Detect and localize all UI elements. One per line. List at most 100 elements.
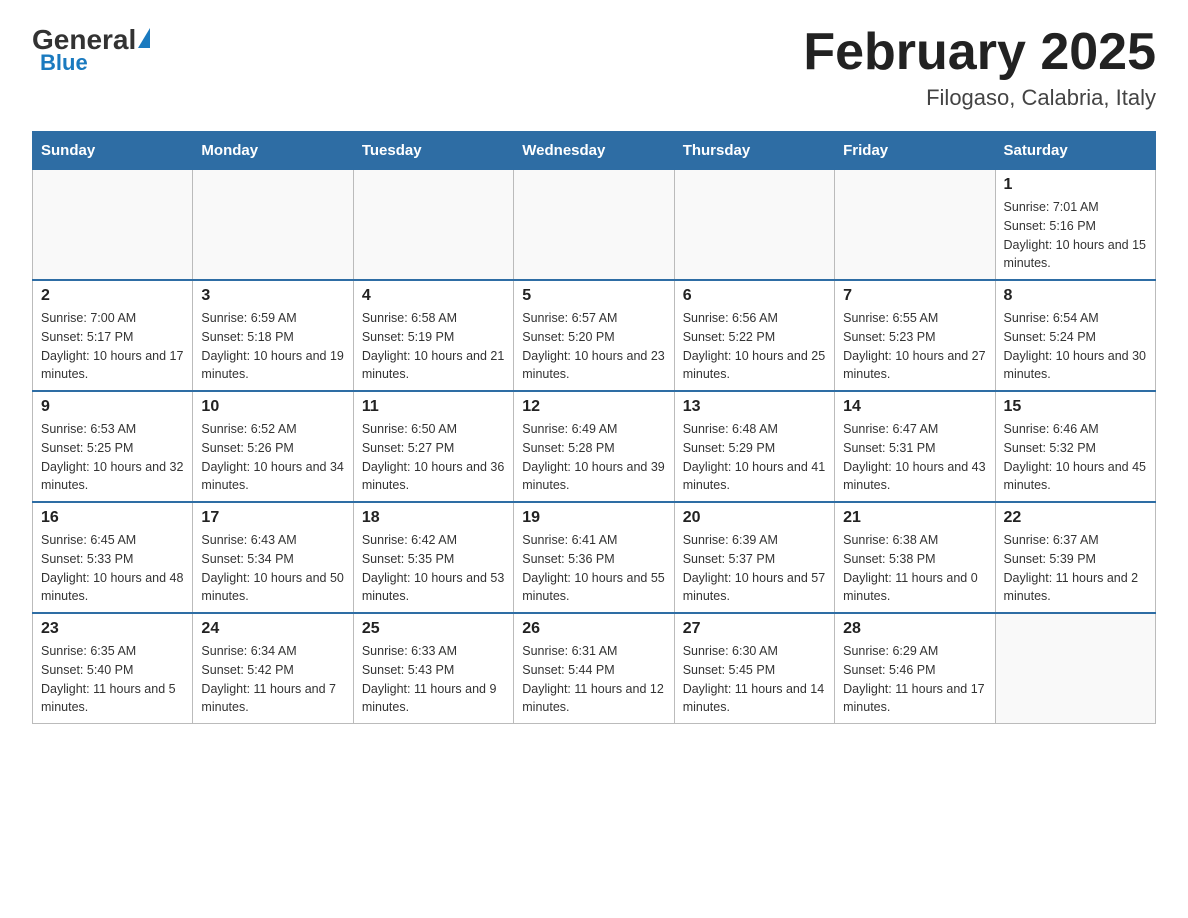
- calendar-day-cell: 1 Sunrise: 7:01 AMSunset: 5:16 PMDaylight…: [995, 170, 1155, 281]
- calendar-table: SundayMondayTuesdayWednesdayThursdayFrid…: [32, 131, 1156, 724]
- day-number: 1: [1004, 176, 1147, 194]
- day-number: 3: [201, 287, 344, 305]
- calendar-day-cell: 20 Sunrise: 6:39 AMSunset: 5:37 PMDayligh…: [674, 502, 834, 613]
- calendar-day-cell: 13Sunrise: 6:48 AMSunset: 5:29 PMDayligh…: [674, 391, 834, 502]
- calendar-week-row: 1 Sunrise: 7:01 AMSunset: 5:16 PMDaylight…: [33, 170, 1156, 281]
- calendar-day-cell: 11 Sunrise: 6:50 AMSunset: 5:27 PMDayligh…: [353, 391, 513, 502]
- day-info: Sunrise: 6:29 AMSunset: 5:46 PMDaylight:…: [843, 642, 986, 717]
- calendar-day-cell: 12 Sunrise: 6:49 AMSunset: 5:28 PMDayligh…: [514, 391, 674, 502]
- calendar-day-cell: 9Sunrise: 6:53 AMSunset: 5:25 PMDaylight…: [33, 391, 193, 502]
- day-info: Sunrise: 6:50 AMSunset: 5:27 PMDaylight:…: [362, 420, 505, 495]
- logo-blue: Blue: [40, 50, 88, 76]
- calendar-day-cell: 18Sunrise: 6:42 AMSunset: 5:35 PMDayligh…: [353, 502, 513, 613]
- day-number: 13: [683, 398, 826, 416]
- calendar-day-cell: [33, 170, 193, 281]
- calendar-day-cell: 21 Sunrise: 6:38 AMSunset: 5:38 PMDayligh…: [835, 502, 995, 613]
- calendar-week-row: 9Sunrise: 6:53 AMSunset: 5:25 PMDaylight…: [33, 391, 1156, 502]
- calendar-day-cell: 24Sunrise: 6:34 AMSunset: 5:42 PMDayligh…: [193, 613, 353, 724]
- day-number: 22: [1004, 509, 1147, 527]
- title-block: February 2025 Filogaso, Calabria, Italy: [803, 24, 1156, 111]
- day-number: 2: [41, 287, 184, 305]
- calendar-day-cell: 15Sunrise: 6:46 AMSunset: 5:32 PMDayligh…: [995, 391, 1155, 502]
- day-of-week-header: Tuesday: [353, 132, 513, 170]
- day-info: Sunrise: 6:35 AMSunset: 5:40 PMDaylight:…: [41, 642, 184, 717]
- calendar-day-cell: [193, 170, 353, 281]
- day-info: Sunrise: 7:00 AMSunset: 5:17 PMDaylight:…: [41, 309, 184, 384]
- day-of-week-header: Friday: [835, 132, 995, 170]
- day-number: 25: [362, 620, 505, 638]
- calendar-day-cell: [835, 170, 995, 281]
- calendar-week-row: 2 Sunrise: 7:00 AMSunset: 5:17 PMDaylight…: [33, 280, 1156, 391]
- day-info: Sunrise: 6:38 AMSunset: 5:38 PMDaylight:…: [843, 531, 986, 606]
- day-info: Sunrise: 6:45 AMSunset: 5:33 PMDaylight:…: [41, 531, 184, 606]
- day-info: Sunrise: 6:43 AMSunset: 5:34 PMDaylight:…: [201, 531, 344, 606]
- day-info: Sunrise: 6:39 AMSunset: 5:37 PMDaylight:…: [683, 531, 826, 606]
- day-of-week-header: Saturday: [995, 132, 1155, 170]
- day-number: 16: [41, 509, 184, 527]
- calendar-day-cell: [995, 613, 1155, 724]
- calendar-day-cell: 14 Sunrise: 6:47 AMSunset: 5:31 PMDayligh…: [835, 391, 995, 502]
- day-number: 21: [843, 509, 986, 527]
- day-of-week-header: Sunday: [33, 132, 193, 170]
- calendar-day-cell: 4 Sunrise: 6:58 AMSunset: 5:19 PMDaylight…: [353, 280, 513, 391]
- calendar-day-cell: 25Sunrise: 6:33 AMSunset: 5:43 PMDayligh…: [353, 613, 513, 724]
- calendar-day-cell: 7 Sunrise: 6:55 AMSunset: 5:23 PMDaylight…: [835, 280, 995, 391]
- day-info: Sunrise: 6:52 AMSunset: 5:26 PMDaylight:…: [201, 420, 344, 495]
- location-title: Filogaso, Calabria, Italy: [803, 85, 1156, 111]
- calendar-day-cell: 5 Sunrise: 6:57 AMSunset: 5:20 PMDaylight…: [514, 280, 674, 391]
- calendar-day-cell: 2 Sunrise: 7:00 AMSunset: 5:17 PMDaylight…: [33, 280, 193, 391]
- day-info: Sunrise: 6:30 AMSunset: 5:45 PMDaylight:…: [683, 642, 826, 717]
- day-number: 14: [843, 398, 986, 416]
- calendar-day-cell: 28 Sunrise: 6:29 AMSunset: 5:46 PMDayligh…: [835, 613, 995, 724]
- day-number: 10: [201, 398, 344, 416]
- day-info: Sunrise: 6:56 AMSunset: 5:22 PMDaylight:…: [683, 309, 826, 384]
- logo: General Blue: [32, 24, 150, 76]
- day-info: Sunrise: 6:31 AMSunset: 5:44 PMDaylight:…: [522, 642, 665, 717]
- day-number: 12: [522, 398, 665, 416]
- month-title: February 2025: [803, 24, 1156, 81]
- day-info: Sunrise: 7:01 AMSunset: 5:16 PMDaylight:…: [1004, 198, 1147, 273]
- day-info: Sunrise: 6:46 AMSunset: 5:32 PMDaylight:…: [1004, 420, 1147, 495]
- page-header: General Blue February 2025 Filogaso, Cal…: [32, 24, 1156, 111]
- logo-triangle-icon: [138, 28, 150, 48]
- calendar-day-cell: 10 Sunrise: 6:52 AMSunset: 5:26 PMDayligh…: [193, 391, 353, 502]
- calendar-day-cell: [514, 170, 674, 281]
- day-number: 28: [843, 620, 986, 638]
- day-number: 20: [683, 509, 826, 527]
- day-info: Sunrise: 6:47 AMSunset: 5:31 PMDaylight:…: [843, 420, 986, 495]
- calendar-day-cell: 23 Sunrise: 6:35 AMSunset: 5:40 PMDayligh…: [33, 613, 193, 724]
- day-info: Sunrise: 6:41 AMSunset: 5:36 PMDaylight:…: [522, 531, 665, 606]
- calendar-day-cell: 26 Sunrise: 6:31 AMSunset: 5:44 PMDayligh…: [514, 613, 674, 724]
- day-number: 23: [41, 620, 184, 638]
- day-of-week-header: Monday: [193, 132, 353, 170]
- calendar-week-row: 16 Sunrise: 6:45 AMSunset: 5:33 PMDayligh…: [33, 502, 1156, 613]
- calendar-day-cell: 22 Sunrise: 6:37 AMSunset: 5:39 PMDayligh…: [995, 502, 1155, 613]
- calendar-day-cell: 16 Sunrise: 6:45 AMSunset: 5:33 PMDayligh…: [33, 502, 193, 613]
- calendar-day-cell: [674, 170, 834, 281]
- day-number: 26: [522, 620, 665, 638]
- calendar-day-cell: [353, 170, 513, 281]
- day-of-week-header: Thursday: [674, 132, 834, 170]
- day-number: 17: [201, 509, 344, 527]
- day-number: 11: [362, 398, 505, 416]
- day-number: 4: [362, 287, 505, 305]
- calendar-day-cell: 8 Sunrise: 6:54 AMSunset: 5:24 PMDaylight…: [995, 280, 1155, 391]
- day-number: 8: [1004, 287, 1147, 305]
- day-info: Sunrise: 6:53 AMSunset: 5:25 PMDaylight:…: [41, 420, 184, 495]
- calendar-header-row: SundayMondayTuesdayWednesdayThursdayFrid…: [33, 132, 1156, 170]
- day-number: 24: [201, 620, 344, 638]
- day-info: Sunrise: 6:37 AMSunset: 5:39 PMDaylight:…: [1004, 531, 1147, 606]
- calendar-week-row: 23 Sunrise: 6:35 AMSunset: 5:40 PMDayligh…: [33, 613, 1156, 724]
- day-number: 6: [683, 287, 826, 305]
- day-info: Sunrise: 6:49 AMSunset: 5:28 PMDaylight:…: [522, 420, 665, 495]
- day-info: Sunrise: 6:57 AMSunset: 5:20 PMDaylight:…: [522, 309, 665, 384]
- calendar-day-cell: 27Sunrise: 6:30 AMSunset: 5:45 PMDayligh…: [674, 613, 834, 724]
- calendar-day-cell: 3Sunrise: 6:59 AMSunset: 5:18 PMDaylight…: [193, 280, 353, 391]
- calendar-day-cell: 19Sunrise: 6:41 AMSunset: 5:36 PMDayligh…: [514, 502, 674, 613]
- day-info: Sunrise: 6:54 AMSunset: 5:24 PMDaylight:…: [1004, 309, 1147, 384]
- day-info: Sunrise: 6:55 AMSunset: 5:23 PMDaylight:…: [843, 309, 986, 384]
- day-info: Sunrise: 6:42 AMSunset: 5:35 PMDaylight:…: [362, 531, 505, 606]
- day-info: Sunrise: 6:58 AMSunset: 5:19 PMDaylight:…: [362, 309, 505, 384]
- day-number: 7: [843, 287, 986, 305]
- day-number: 5: [522, 287, 665, 305]
